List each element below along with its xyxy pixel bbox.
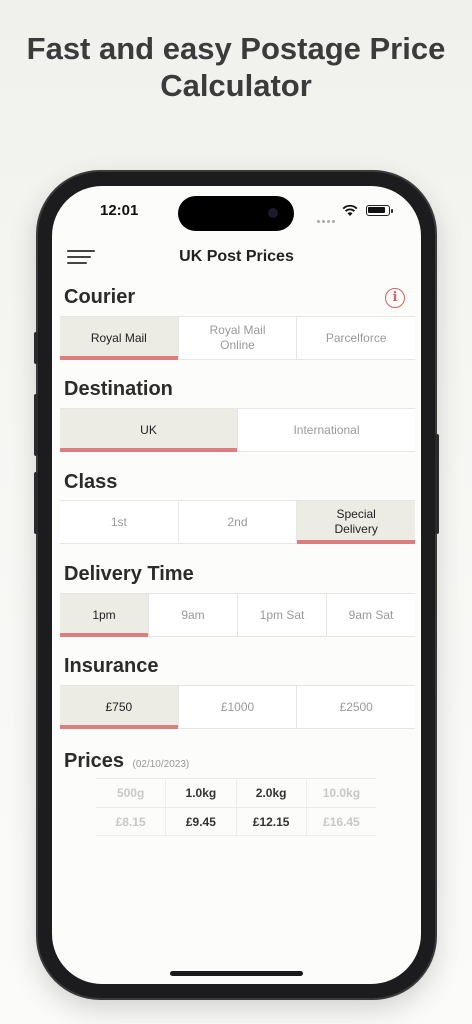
courier-option-royal-mail[interactable]: Royal Mail xyxy=(60,317,179,360)
phone-frame: 12:01 UK Post Prices Courier i Royal Mai… xyxy=(34,172,439,998)
courier-option-parcelforce[interactable]: Parcelforce xyxy=(297,317,415,359)
delivery-option-9am-sat[interactable]: 9am Sat xyxy=(327,594,415,636)
courier-title: Courier xyxy=(64,286,136,308)
camera-icon xyxy=(268,208,278,218)
class-segment: 1st 2nd Special Delivery xyxy=(60,500,416,544)
power-button xyxy=(435,434,439,534)
action-button xyxy=(34,332,38,364)
delivery-time-segment: 1pm 9am 1pm Sat 9am Sat xyxy=(60,593,415,637)
class-option-special-delivery[interactable]: Special Delivery xyxy=(297,501,416,544)
weight-cell[interactable]: 10.0kg xyxy=(307,779,376,807)
weights-row: 500g 1.0kg 2.0kg 10.0kg xyxy=(96,778,376,807)
weight-cell[interactable]: 2.0kg xyxy=(237,779,307,807)
destination-option-international[interactable]: International xyxy=(238,409,415,451)
insurance-option-2500[interactable]: £2500 xyxy=(297,686,415,728)
headline-line-2: Calculator xyxy=(160,68,312,103)
prices-date: (02/10/2023) xyxy=(132,759,190,770)
status-time: 12:01 xyxy=(100,202,139,219)
price-cell: £8.15 xyxy=(96,808,167,835)
delivery-option-1pm[interactable]: 1pm xyxy=(60,594,149,637)
destination-option-uk[interactable]: UK xyxy=(60,409,238,452)
insurance-option-750[interactable]: £750 xyxy=(60,686,179,729)
class-title: Class xyxy=(64,471,118,493)
home-indicator[interactable] xyxy=(170,971,303,976)
class-option-1st[interactable]: 1st xyxy=(60,501,179,543)
insurance-segment: £750 £1000 £2500 xyxy=(60,685,415,729)
headline: Fast and easy Postage Price Calculator xyxy=(0,30,472,104)
delivery-option-1pm-sat[interactable]: 1pm Sat xyxy=(238,594,327,636)
dynamic-island xyxy=(178,196,294,231)
weight-cell[interactable]: 1.0kg xyxy=(166,779,237,807)
status-bar: 12:01 xyxy=(52,186,421,236)
app-screen: 12:01 UK Post Prices Courier i Royal Mai… xyxy=(52,186,421,984)
insurance-option-1000[interactable]: £1000 xyxy=(179,686,298,728)
price-cell: £16.45 xyxy=(323,814,360,829)
headline-line-1: Fast and easy Postage Price xyxy=(26,31,446,66)
prices-header: Prices (02/10/2023) xyxy=(64,750,189,773)
price-table[interactable]: 500g 1.0kg 2.0kg 10.0kg £8.15 £9.45 £12.… xyxy=(96,778,376,836)
delivery-option-9am[interactable]: 9am xyxy=(149,594,238,636)
signal-icon xyxy=(317,210,337,228)
info-icon[interactable]: i xyxy=(385,288,405,308)
class-option-2nd[interactable]: 2nd xyxy=(179,501,298,543)
battery-icon xyxy=(366,205,393,216)
weight-cell[interactable]: 500g xyxy=(96,779,167,807)
courier-segment: Royal Mail Royal Mail Online Parcelforce xyxy=(60,316,415,360)
insurance-title: Insurance xyxy=(64,655,159,677)
amounts-row: £8.15 £9.45 £12.15 £16.45 xyxy=(96,807,376,836)
price-cell: £9.45 xyxy=(166,808,237,835)
nav-bar: UK Post Prices xyxy=(52,236,421,276)
nav-title: UK Post Prices xyxy=(179,248,294,265)
volume-down-button xyxy=(34,472,38,534)
volume-up-button xyxy=(34,394,38,456)
destination-segment: UK International xyxy=(60,408,415,452)
destination-title: Destination xyxy=(64,378,173,400)
wifi-icon xyxy=(342,204,358,216)
courier-option-royal-mail-online[interactable]: Royal Mail Online xyxy=(179,317,298,359)
price-cell: £12.15 xyxy=(237,808,307,835)
delivery-time-title: Delivery Time xyxy=(64,563,194,585)
prices-title: Prices xyxy=(64,750,125,772)
